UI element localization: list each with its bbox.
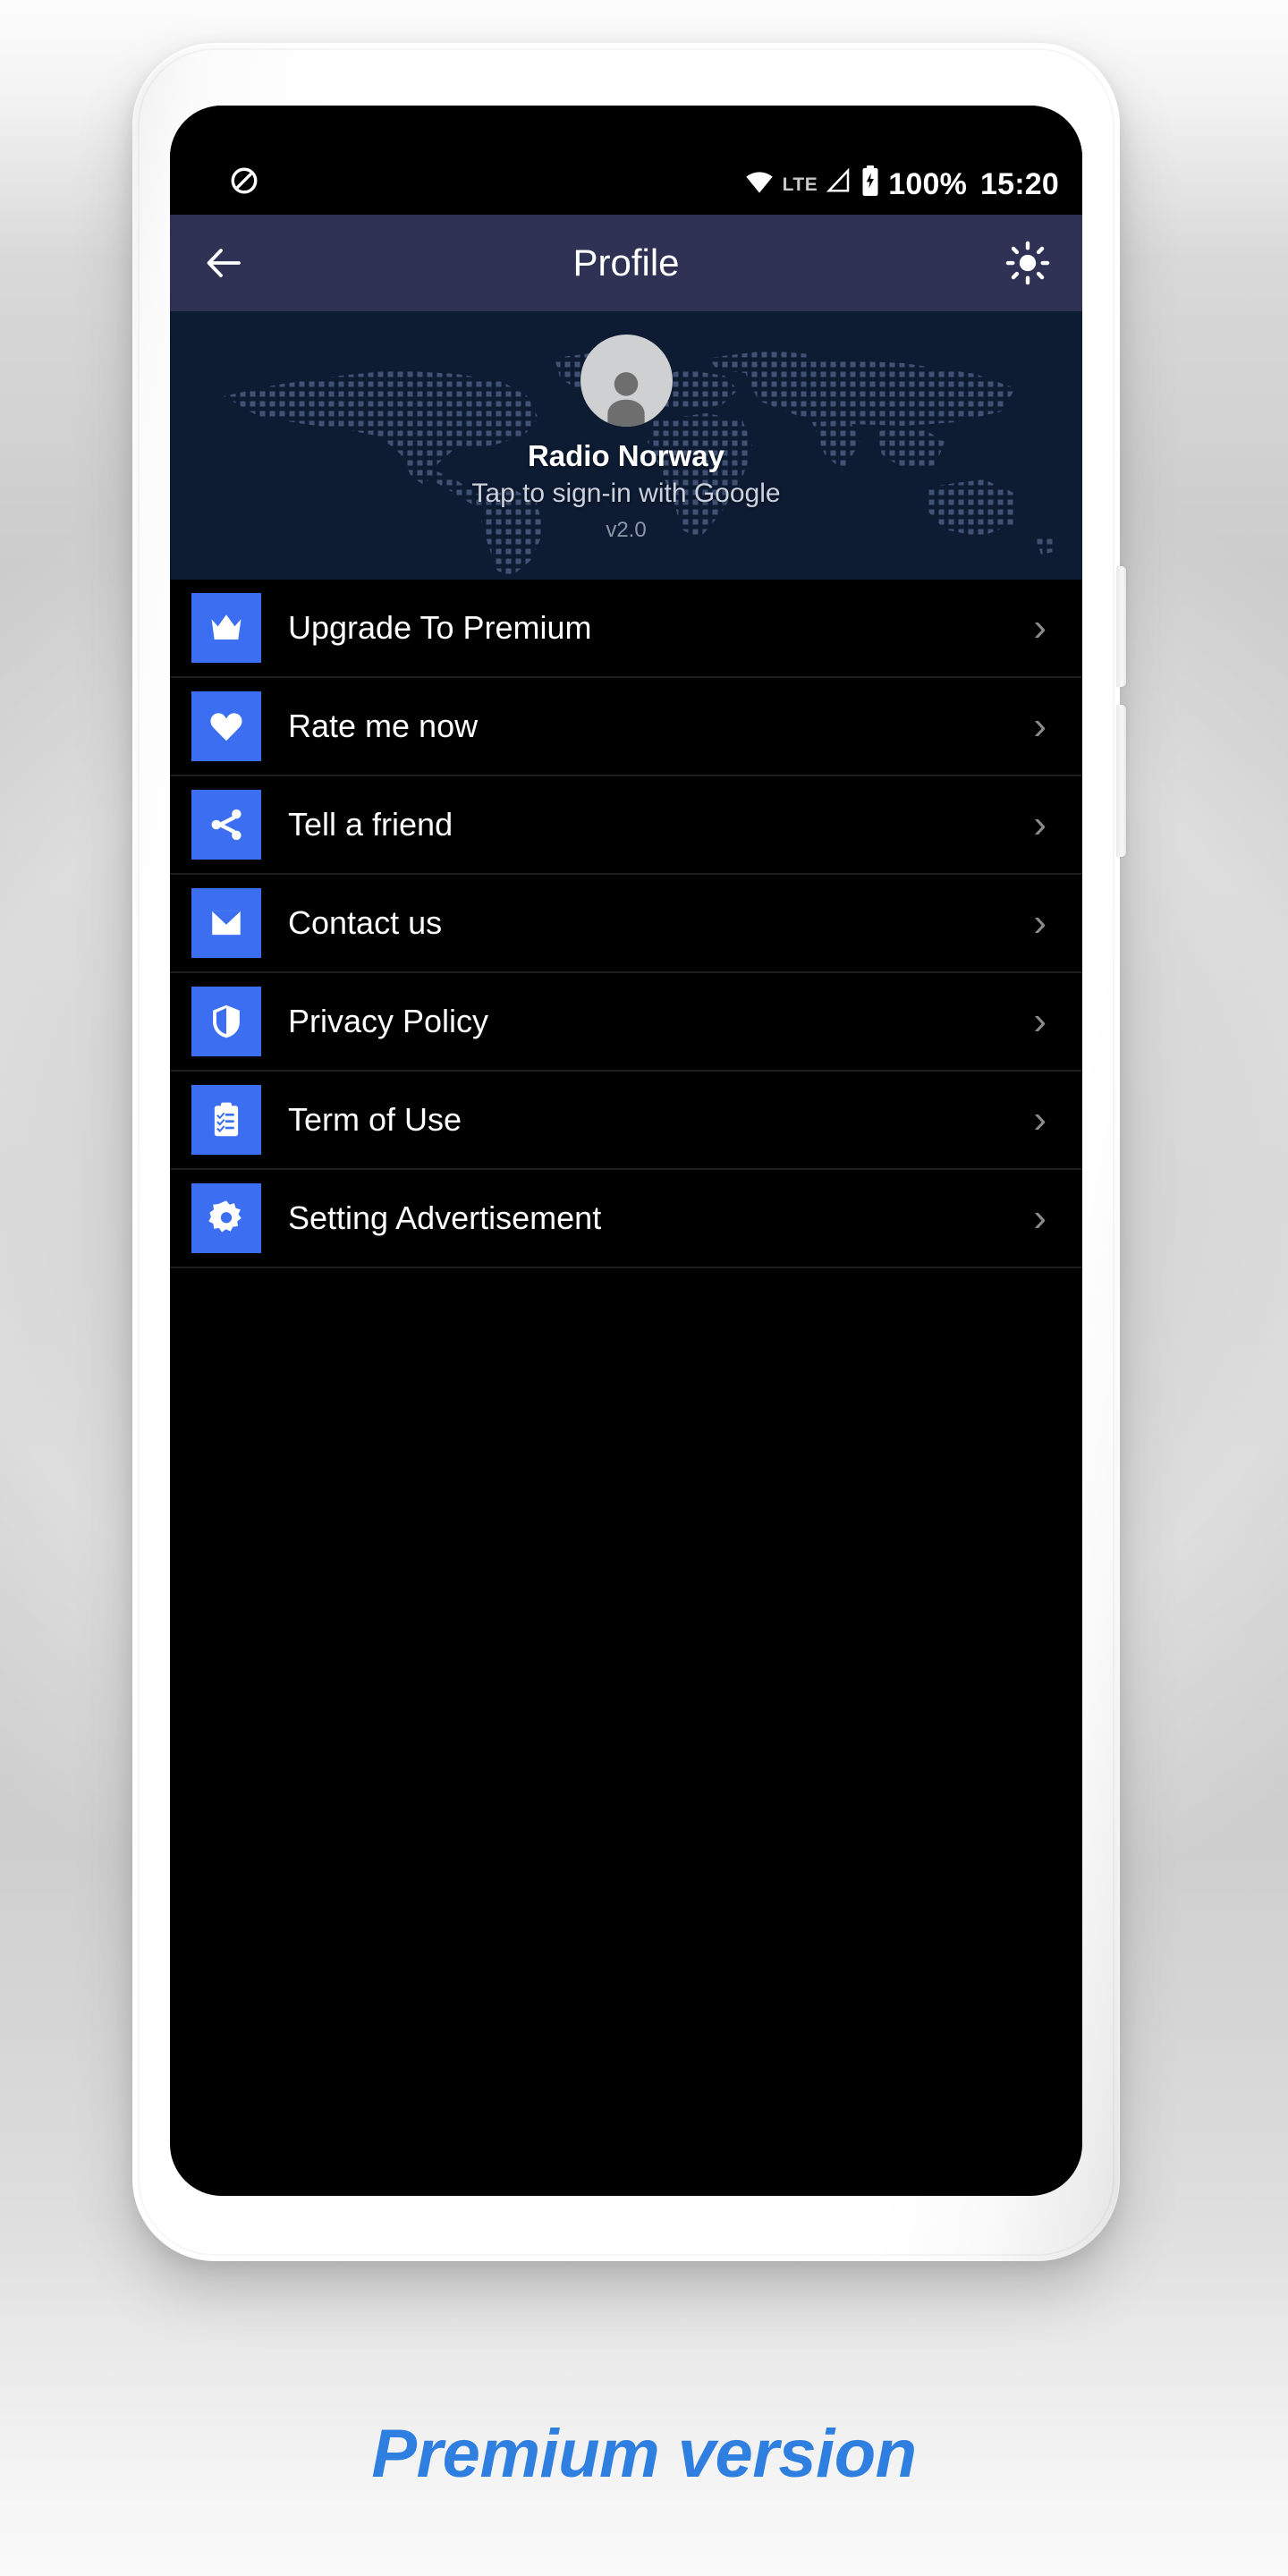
- chevron-right-icon: ›: [1033, 802, 1046, 846]
- signal-icon: [826, 167, 852, 202]
- do-not-disturb-icon: [229, 165, 259, 204]
- profile-header[interactable]: Radio Norway Tap to sign-in with Google …: [170, 311, 1082, 580]
- chevron-right-icon: ›: [1033, 999, 1046, 1043]
- heart-icon: [191, 691, 261, 761]
- menu-item-label: Rate me now: [288, 708, 479, 744]
- envelope-icon: [191, 888, 261, 958]
- settings-menu: Upgrade To Premium › Rate me now › Tell …: [170, 580, 1082, 1859]
- phone-screen: LTE 100% 15:20 Profile Radio Norway Tap …: [170, 106, 1082, 2196]
- menu-item-upgrade[interactable]: Upgrade To Premium ›: [170, 580, 1082, 678]
- app-version-label: v2.0: [606, 518, 647, 542]
- menu-item-terms[interactable]: Term of Use ›: [170, 1072, 1082, 1170]
- menu-item-label: Term of Use: [288, 1101, 462, 1138]
- clipboard-icon: [191, 1085, 261, 1155]
- menu-item-label: Tell a friend: [288, 806, 453, 843]
- power-button[interactable]: [1116, 705, 1126, 857]
- theme-toggle-button[interactable]: [1000, 235, 1055, 291]
- chevron-right-icon: ›: [1033, 1196, 1046, 1240]
- status-bar: LTE 100% 15:20: [170, 106, 1082, 215]
- profile-name: Radio Norway: [527, 439, 725, 472]
- shield-icon: [191, 987, 261, 1056]
- menu-item-rate[interactable]: Rate me now ›: [170, 678, 1082, 776]
- chevron-right-icon: ›: [1033, 1097, 1046, 1141]
- status-bar-right: LTE 100% 15:20: [744, 165, 1059, 204]
- chevron-right-icon: ›: [1033, 606, 1046, 649]
- battery-percent-label: 100%: [888, 167, 968, 201]
- back-button[interactable]: [197, 235, 252, 291]
- promo-caption: Premium version: [371, 2416, 917, 2492]
- page-title: Profile: [572, 242, 680, 284]
- menu-item-ad-settings[interactable]: Setting Advertisement ›: [170, 1170, 1082, 1268]
- phone-mockup: LTE 100% 15:20 Profile Radio Norway Tap …: [132, 43, 1126, 2261]
- signin-hint[interactable]: Tap to sign-in with Google: [471, 479, 780, 509]
- share-icon: [191, 790, 261, 860]
- menu-item-contact[interactable]: Contact us ›: [170, 875, 1082, 973]
- clock-label: 15:20: [980, 167, 1059, 201]
- chevron-right-icon: ›: [1033, 901, 1046, 945]
- wifi-icon: [744, 167, 775, 202]
- menu-empty-area: [170, 1268, 1082, 1859]
- menu-item-label: Contact us: [288, 904, 443, 941]
- status-bar-left: [193, 165, 259, 204]
- avatar[interactable]: [580, 335, 673, 427]
- battery-charging-icon: [860, 165, 880, 204]
- menu-item-label: Privacy Policy: [288, 1003, 489, 1039]
- crown-icon: [191, 593, 261, 663]
- app-bar: Profile: [170, 215, 1082, 311]
- menu-item-privacy[interactable]: Privacy Policy ›: [170, 973, 1082, 1072]
- gear-icon: [191, 1183, 261, 1253]
- menu-item-label: Upgrade To Premium: [288, 609, 592, 646]
- menu-item-label: Setting Advertisement: [288, 1199, 602, 1236]
- network-type-label: LTE: [782, 174, 818, 195]
- chevron-right-icon: ›: [1033, 704, 1046, 748]
- menu-item-share[interactable]: Tell a friend ›: [170, 776, 1082, 875]
- volume-button[interactable]: [1116, 566, 1126, 687]
- person-avatar-icon: [607, 372, 645, 427]
